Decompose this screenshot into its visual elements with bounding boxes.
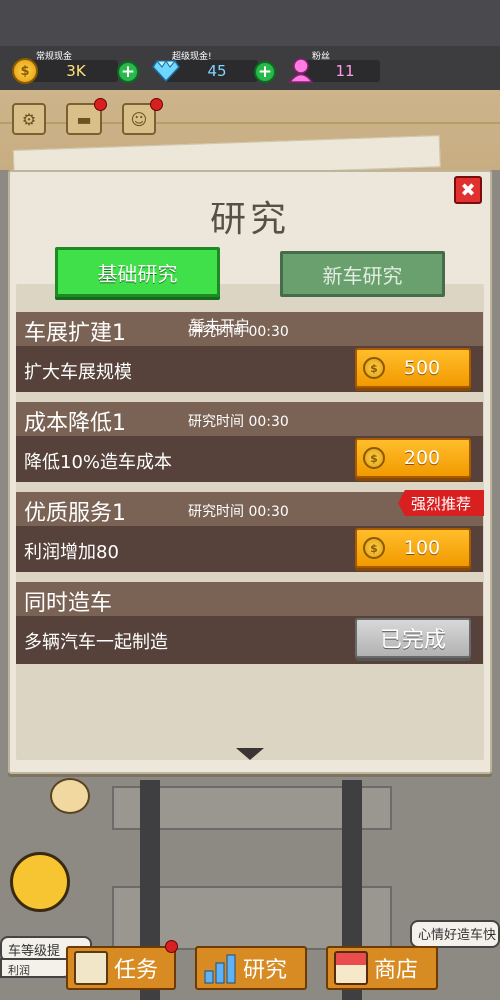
research-item-desc: 多辆汽车一起制造 — [24, 632, 168, 653]
research-item-desc: 降低10%造车成本 — [24, 452, 173, 473]
research-item-header: 同时造车 — [16, 582, 483, 616]
worker-helmet-character — [10, 852, 70, 912]
research-item-desc: 扩大车展规模 — [24, 362, 132, 383]
research-price: 100 — [403, 537, 441, 559]
research-price: 200 — [403, 447, 441, 469]
nav-research-button[interactable]: 研究 — [195, 946, 307, 990]
research-price: 500 — [403, 357, 441, 379]
nav-shop-button[interactable]: 商店 — [326, 946, 438, 990]
close-button[interactable]: ✖ — [454, 176, 482, 204]
hint-bubble-left-sub: 利润 — [0, 958, 70, 978]
coin-icon: $ — [363, 537, 385, 559]
add-cash-button[interactable]: + — [117, 61, 139, 83]
research-item-time: 研究时间 00:30 — [188, 504, 289, 520]
coin-icon: $ — [363, 447, 385, 469]
fans-value: 11 — [335, 62, 355, 80]
shop-icon — [334, 951, 368, 985]
notification-dot — [94, 98, 107, 111]
coin-icon: $ — [363, 357, 385, 379]
tab-basic-research[interactable]: 基础研究 — [55, 247, 220, 297]
nav-label: 任务 — [114, 958, 159, 983]
research-item-name: 同时造车 — [24, 591, 113, 616]
research-item-time: 研究时间 00:30 — [188, 414, 289, 430]
tab-new-car-research[interactable]: 新车研究 — [280, 251, 445, 297]
research-item-name: 车展扩建1 — [24, 321, 126, 346]
research-buy-button[interactable]: $ 200 — [355, 438, 471, 478]
add-super-cash-button[interactable]: + — [254, 61, 276, 83]
notification-dot — [150, 98, 163, 111]
modal-title: 研究 — [209, 199, 290, 240]
research-completed-button: 已完成 — [355, 618, 471, 658]
research-buy-button[interactable]: $ 100 — [355, 528, 471, 568]
fan-icon — [288, 58, 314, 83]
worker-character — [50, 778, 90, 814]
settings-gear-icon[interactable]: ⚙ — [12, 103, 46, 135]
recommended-badge: 强烈推荐 — [398, 490, 484, 516]
hint-bubble-right: 心情好造车快 — [410, 920, 500, 948]
nav-label: 商店 — [374, 958, 419, 983]
coin-icon: $ — [12, 58, 38, 84]
scroll-down-arrow-icon[interactable] — [236, 748, 264, 760]
notification-dot — [165, 940, 178, 953]
bar-chart-icon — [204, 954, 236, 984]
research-item-name: 成本降低1 — [24, 411, 126, 436]
research-item-header: 成本降低1 研究时间 00:30 — [16, 402, 483, 436]
nav-label: 研究 — [243, 958, 288, 983]
research-buy-button[interactable]: $ 500 — [355, 348, 471, 388]
diamond-icon — [152, 60, 180, 82]
research-item-desc: 利润增加80 — [24, 542, 119, 563]
cash-value: 3K — [66, 62, 86, 80]
clipboard-icon — [74, 951, 108, 985]
research-item-name: 优质服务1 — [24, 501, 126, 526]
close-icon: ✖ — [460, 179, 476, 201]
super-cash-value: 45 — [207, 62, 227, 80]
nav-tasks-button[interactable]: 任务 — [66, 946, 176, 990]
not-open-tip: 暂未开启 — [190, 317, 251, 335]
